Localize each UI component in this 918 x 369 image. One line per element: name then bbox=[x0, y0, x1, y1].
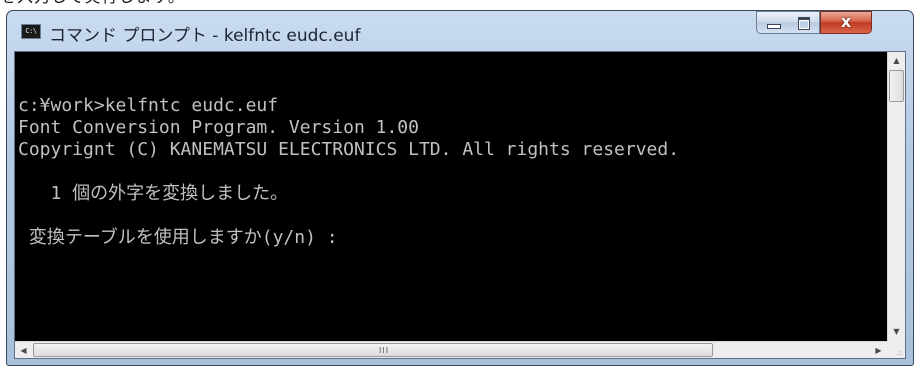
resize-grip-icon[interactable]: .:: bbox=[896, 349, 903, 357]
console-line: Copyrignt (C) KANEMATSU ELECTRONICS LTD.… bbox=[18, 139, 680, 160]
console-line: Font Conversion Program. Version 1.00 bbox=[18, 117, 419, 138]
title-bar[interactable]: C:\ コマンド プロンプト - kelfntc eudc.euf x bbox=[7, 11, 913, 51]
minimize-button[interactable] bbox=[756, 11, 789, 34]
vertical-scrollbar[interactable]: ▲ ▼ bbox=[887, 52, 905, 341]
minimize-icon bbox=[767, 24, 781, 29]
horizontal-scrollbar[interactable]: ◀ III ▶ bbox=[15, 341, 887, 358]
scroll-up-arrow-icon[interactable]: ▲ bbox=[888, 52, 905, 69]
maximize-icon bbox=[798, 17, 810, 30]
cutoff-caption-text: を入力して実行します。 bbox=[0, 0, 918, 8]
scrollbar-corner: .:: bbox=[887, 341, 905, 358]
command-prompt-icon[interactable]: C:\ bbox=[21, 24, 41, 39]
scroll-thumb-grip-icon: III bbox=[379, 346, 390, 355]
close-icon: x bbox=[840, 12, 852, 31]
console-client-area: c:¥work>kelfntc eudc.euf Font Conversion… bbox=[14, 51, 906, 359]
vertical-scroll-thumb[interactable] bbox=[889, 70, 904, 102]
console-line: c:¥work>kelfntc eudc.euf bbox=[18, 95, 279, 116]
console-prompt-line: 変換テーブルを使用しますか(y/n) : bbox=[18, 227, 338, 248]
command-prompt-window: C:\ コマンド プロンプト - kelfntc eudc.euf x c:¥w… bbox=[6, 10, 914, 366]
scroll-right-arrow-icon[interactable]: ▶ bbox=[870, 342, 887, 359]
console-output[interactable]: c:¥work>kelfntc eudc.euf Font Conversion… bbox=[15, 52, 887, 341]
console-line: 1 個の外字を変換しました。 bbox=[18, 183, 289, 204]
scroll-down-arrow-icon[interactable]: ▼ bbox=[888, 323, 905, 340]
window-title: コマンド プロンプト - kelfntc eudc.euf bbox=[49, 26, 361, 46]
scroll-left-arrow-icon[interactable]: ◀ bbox=[15, 342, 32, 359]
maximize-button[interactable] bbox=[788, 11, 820, 34]
horizontal-scroll-thumb[interactable]: III bbox=[33, 343, 713, 357]
close-button[interactable]: x bbox=[820, 11, 872, 34]
